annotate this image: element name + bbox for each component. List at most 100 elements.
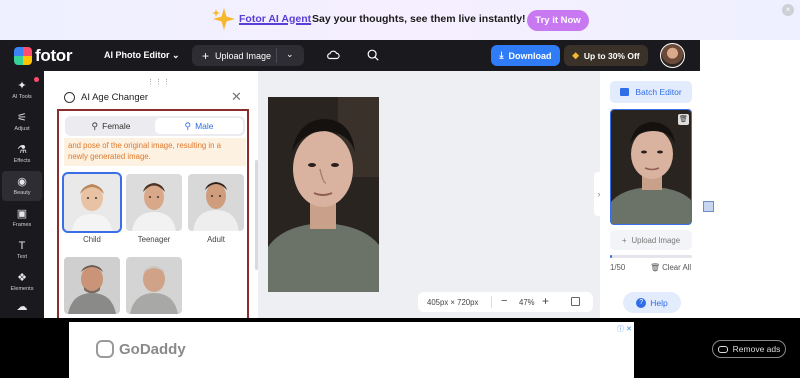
fotor-logo[interactable]: fotor [14,46,73,66]
eye-icon: ◉ [17,176,27,188]
cloud-icon[interactable] [326,48,340,62]
download-icon: ⤓ [499,50,504,60]
promo-banner: Fotor AI Agent Say your thoughts, see th… [0,0,800,40]
ai-agent-link[interactable]: Fotor AI Agent [239,13,311,25]
help-label: Help [650,297,668,308]
tool-adjust[interactable]: ⚟ Adjust [2,107,42,137]
age-option-child[interactable] [62,172,122,233]
close-banner-icon[interactable]: × [782,4,794,16]
tool-elements[interactable]: ❖ Elements [2,267,42,297]
offer-label: Up to 30% Off [583,50,640,61]
discount-offer-button[interactable]: ◆ Up to 30% Off [564,45,648,66]
age-changer-panel: ⋮⋮⋮ AI Age Changer ✕ ⚲ Female ⚲ Male and… [50,78,257,319]
download-label: Download [508,50,552,61]
batch-label: Batch Editor [635,87,682,97]
zoom-level: 47% [519,298,535,307]
collapse-panel-button[interactable]: › [594,172,604,216]
person-icon: ⚲ [91,120,99,131]
tool-cloud-upload[interactable]: ☁ [2,299,42,317]
tool-label: Adjust [14,126,30,132]
gender-female-option[interactable]: ⚲ Female [67,118,155,134]
godaddy-logo: GoDaddy [96,340,186,358]
drag-handle[interactable]: ⋮⋮⋮ [147,78,171,86]
panel-scrollbar[interactable] [255,160,258,270]
fotor-logo-icon [14,47,32,65]
clear-all-button[interactable]: 🗑 Clear All [650,263,691,272]
person-icon: ⚲ [184,120,192,131]
image-thumbnail[interactable]: 🗑 [610,109,692,225]
close-icon[interactable]: ✕ [231,89,242,105]
batch-icon [620,88,630,96]
zoom-out-button[interactable]: − [501,295,507,307]
sliders-icon: ⚟ [17,112,27,124]
remove-ads-button[interactable]: Remove ads [712,340,786,358]
ads-icon [717,345,728,353]
window-icon [703,201,714,212]
panel-title-text: AI Age Changer [81,92,149,103]
chevron-down-icon: ⌄ [172,50,180,60]
diamond-icon: ◆ [572,50,579,60]
age-option-teenager[interactable] [126,174,182,231]
age-option-adult[interactable] [188,174,244,231]
tool-beauty[interactable]: ◉ Beauty [2,171,42,201]
banner-tagline: Say your thoughts, see them live instant… [312,13,526,25]
ai-photo-editor-menu[interactable]: AI Photo Editor ⌄ [104,50,180,61]
chevron-right-icon: › [597,189,601,199]
ad-banner[interactable]: GoDaddy ⓘ ✕ [69,322,634,378]
tool-label: Frames [12,222,32,228]
elements-icon: ❖ [17,272,27,284]
ad-info-icon[interactable]: ⓘ ✕ [617,324,632,334]
logo-text: fotor [35,46,73,65]
age-label: Child [83,235,101,244]
portrait-thumbnail-image [611,110,691,224]
panel-title: AI Age Changer [64,92,148,103]
age-option-elderly[interactable] [126,257,182,314]
tool-text[interactable]: T Text [2,235,42,265]
clear-label: Clear All [662,263,692,272]
plus-icon: + [621,235,627,245]
female-label: Female [102,121,131,131]
trash-icon[interactable]: 🗑 [678,114,689,125]
age-changer-icon [64,92,75,103]
batch-editor-button[interactable]: Batch Editor [610,81,692,103]
search-icon[interactable] [366,48,380,62]
try-it-now-button[interactable]: Try it Now [527,10,589,31]
chevron-down-icon[interactable]: ⌄ [286,49,294,60]
gender-male-option[interactable]: ⚲ Male [155,118,243,134]
child-portrait-image [64,174,120,231]
flask-icon: ⚗ [17,144,27,156]
user-avatar[interactable] [660,43,685,68]
upload-image-button[interactable]: + Upload Image ⌄ [192,45,304,66]
frame-icon: ▣ [16,208,28,220]
age-option-middle-aged[interactable] [64,257,120,314]
tool-frames[interactable]: ▣ Frames [2,203,42,233]
note-line: newly generated image. [68,152,151,161]
upload-label: Upload Image [215,50,272,61]
trash-icon: 🗑 [650,263,663,272]
fit-screen-icon[interactable] [571,297,580,306]
tool-label: Elements [10,286,34,292]
portrait-photo-image [268,97,379,292]
text-icon: T [18,240,26,252]
tool-sidebar: ✦ AI Tools ⚟ Adjust ⚗ Effects ◉ Beauty ▣… [0,71,44,318]
download-button[interactable]: ⤓ Download [491,45,560,66]
note-line: and pose of the original image, resultin… [68,141,222,150]
canvas-photo[interactable] [268,97,379,292]
upload-label: Upload Image [631,235,681,245]
highlight-box: ⚲ Female ⚲ Male and pose of the original… [57,109,249,319]
top-nav: fotor AI Photo Editor ⌄ + Upload Image ⌄… [0,40,700,71]
teenager-portrait-image [126,174,182,231]
help-button[interactable]: ? Help [623,292,681,313]
remove-ads-label: Remove ads [732,344,781,354]
male-label: Male [195,121,214,131]
tool-effects[interactable]: ⚗ Effects [2,139,42,169]
tool-label: Text [16,254,28,260]
upload-image-button-secondary[interactable]: + Upload Image [610,230,692,250]
upload-progress-bar [610,255,692,258]
sparkle-icon: ✦ [17,80,27,92]
zoom-in-button[interactable]: + [542,294,549,308]
cloud-upload-icon: ☁ [16,301,28,313]
middle-aged-portrait-image [64,257,120,314]
godaddy-logo-icon [96,340,114,358]
age-label: Teenager [137,235,171,244]
